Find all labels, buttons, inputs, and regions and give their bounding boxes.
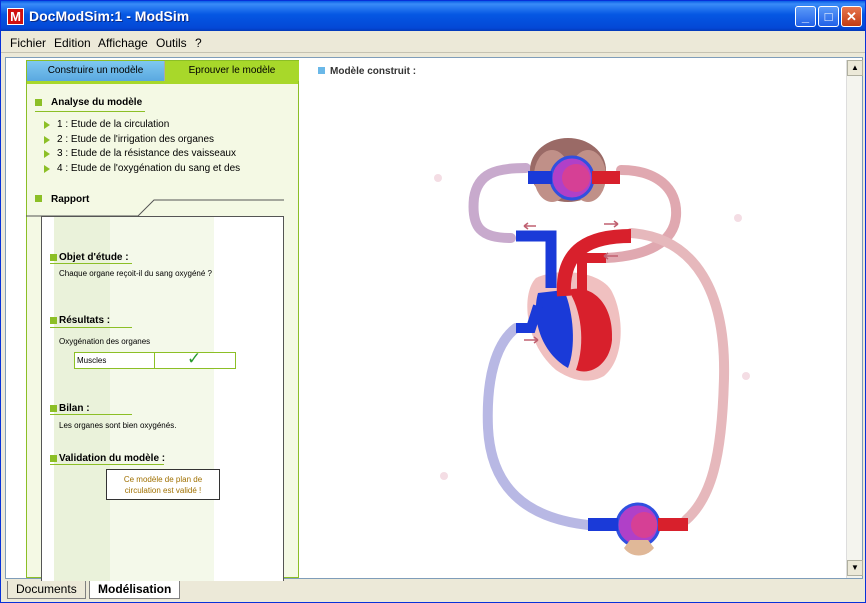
menu-edition[interactable]: Edition <box>54 36 91 50</box>
play-icon <box>44 121 50 129</box>
background-dot <box>734 214 742 222</box>
tab-documents[interactable]: Documents <box>7 581 86 599</box>
tab-construire-modele[interactable]: Construire un modèle <box>27 61 165 81</box>
divider <box>50 414 132 415</box>
minimize-button[interactable]: _ <box>795 6 816 27</box>
objet-text: Chaque organe reçoit-il du sang oxygéné … <box>59 269 212 278</box>
body-entry-vessel <box>588 518 618 531</box>
lung-capillary-network <box>562 164 590 192</box>
aorta-vessel <box>626 228 730 525</box>
body-exit-vessel <box>658 518 688 531</box>
muscle-organ <box>624 540 654 556</box>
section-bullet <box>35 99 42 106</box>
bilan-label: Bilan : <box>59 403 90 414</box>
window-title: DocModSim:1 - ModSim <box>29 8 190 24</box>
diagram-title: Modèle construit : <box>330 66 417 77</box>
flow-arrow-icon <box>604 220 619 228</box>
divider <box>50 464 164 465</box>
menu-help[interactable]: ? <box>195 36 202 50</box>
report-tab-outline <box>26 199 284 217</box>
play-icon <box>44 150 50 158</box>
validation-label: Validation du modèle : <box>59 453 166 464</box>
tab-eprouver-modele[interactable]: Eprouver le modèle <box>165 61 299 81</box>
main-content: Construire un modèle Eprouver le modèle … <box>5 57 863 600</box>
menu-outils[interactable]: Outils <box>156 36 187 50</box>
background-dot <box>434 174 442 182</box>
divider <box>50 327 132 328</box>
results-row-label: Muscles <box>77 356 107 365</box>
divider <box>50 263 132 264</box>
section-bullet <box>50 254 57 261</box>
heart-right-chambers <box>535 290 573 368</box>
superior-vena-cava <box>516 230 557 288</box>
section-bullet <box>318 67 325 74</box>
analysis-heading: Analyse du modèle <box>51 97 143 108</box>
lung-exit-vessel <box>592 171 620 184</box>
analysis-item-4[interactable]: 4 : Etude de l'oxygénation du sang et de… <box>57 163 297 174</box>
maximize-button[interactable]: □ <box>818 6 839 27</box>
validation-message: Ce modèle de plan de circulation est val… <box>106 469 220 500</box>
close-button[interactable]: ✕ <box>841 6 862 27</box>
bottom-tab-bar: Documents Modélisation <box>5 581 863 600</box>
menu-bar: Fichier Edition Affichage Outils ? <box>1 31 865 53</box>
bilan-text: Les organes sont bien oxygénés. <box>59 421 177 430</box>
report-panel: Objet d'étude : Chaque organe reçoit-il … <box>26 199 284 600</box>
flow-arrow-icon <box>523 222 536 230</box>
objet-label: Objet d'étude : <box>59 252 129 263</box>
pulmonary-artery-vessel <box>468 163 531 243</box>
analysis-item-2[interactable]: 2 : Etude de l'irrigation des organes <box>57 134 297 145</box>
analysis-item-1[interactable]: 1 : Etude de la circulation <box>57 119 297 130</box>
app-window: M DocModSim:1 - ModSim _ □ ✕ Fichier Edi… <box>0 0 866 603</box>
divider <box>35 111 145 112</box>
vertical-scrollbar[interactable]: ▲ ▼ <box>846 60 863 578</box>
results-table: Muscles ✓ <box>74 349 236 369</box>
section-bullet <box>50 317 57 324</box>
title-bar[interactable]: M DocModSim:1 - ModSim _ □ ✕ <box>1 1 865 31</box>
tab-modelisation[interactable]: Modélisation <box>89 581 181 599</box>
body-capillary-network <box>631 512 657 538</box>
circulation-diagram <box>434 138 750 556</box>
scroll-up-button[interactable]: ▲ <box>847 60 863 76</box>
lung-entry-vessel <box>528 171 552 184</box>
results-text: Oxygénation des organes <box>59 337 151 346</box>
check-icon: ✓ <box>187 349 202 368</box>
flow-arrow-icon <box>524 336 539 344</box>
results-label: Résultats : <box>59 315 111 326</box>
scroll-down-button[interactable]: ▼ <box>847 560 863 576</box>
play-icon <box>44 165 50 173</box>
eprouver-panel: Analyse du modèle 1 : Etude de la circul… <box>26 81 298 600</box>
menu-fichier[interactable]: Fichier <box>10 36 46 50</box>
background-dot <box>440 472 448 480</box>
background-dot <box>742 372 750 380</box>
play-icon <box>44 136 50 144</box>
section-bullet <box>50 455 57 462</box>
analysis-item-3[interactable]: 3 : Etude de la résistance des vaisseaux <box>57 148 297 159</box>
left-panel: Construire un modèle Eprouver le modèle … <box>26 60 299 600</box>
menu-affichage[interactable]: Affichage <box>98 36 148 50</box>
section-bullet <box>50 405 57 412</box>
app-icon: M <box>7 8 24 25</box>
inferior-vena-cava <box>516 304 543 333</box>
